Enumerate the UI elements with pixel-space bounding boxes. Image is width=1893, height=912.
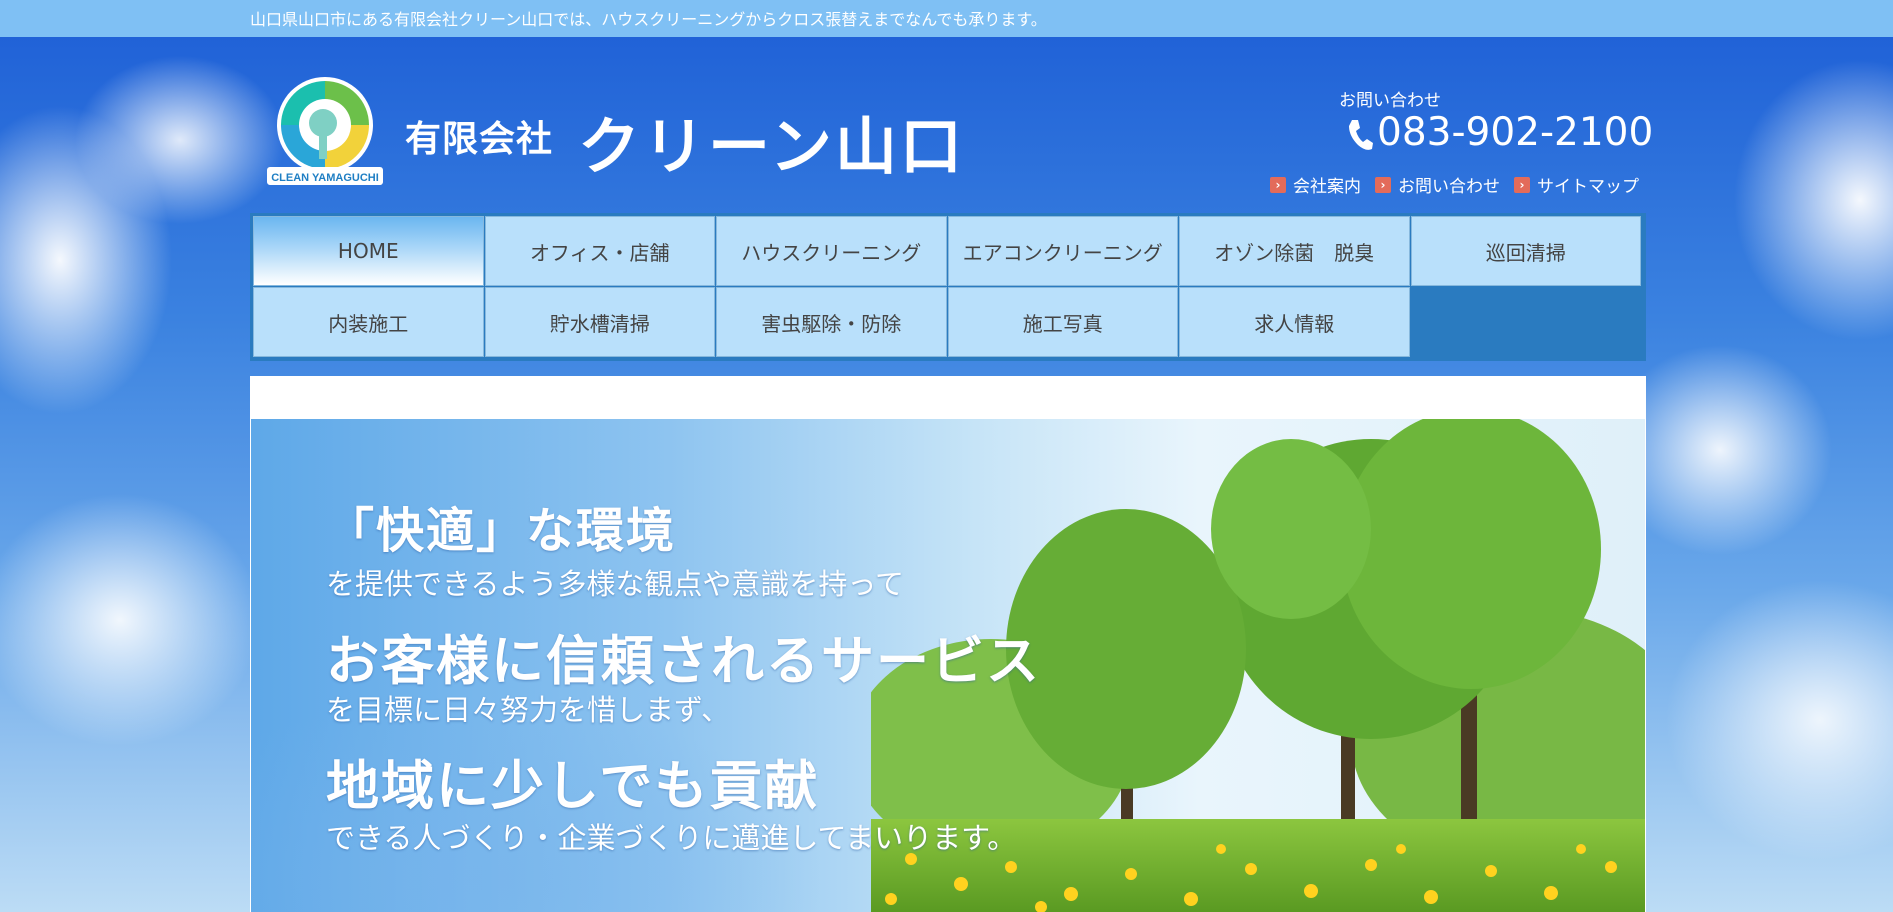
hero-text-3: できる人づくり・企業づくりに邁進してまいります。 <box>326 821 1017 855</box>
header-links: › 会社案内 › お問い合わせ › サイトマップ <box>1270 172 1639 197</box>
company-name[interactable]: クリーン山口 <box>578 96 965 186</box>
hero-text-1: を提供できるよう多様な観点や意識を持って <box>326 567 904 601</box>
main-nav: HOME オフィス・店舗 ハウスクリーニング エアコンクリーニング オゾン除菌 … <box>250 213 1646 361</box>
arrow-right-icon: › <box>1514 176 1530 193</box>
nav-item-aircon-cleaning[interactable]: エアコンクリーニング <box>947 216 1178 286</box>
hero-heading-community: 地域に少しでも貢献 <box>326 756 820 817</box>
link-label: お問い合わせ <box>1398 177 1500 197</box>
company-logo[interactable]: CLEAN YAMAGUCHI <box>265 75 385 187</box>
nav-item-ozone[interactable]: オゾン除菌 脱臭 <box>1179 216 1410 286</box>
contact-label: お問い合わせ <box>1339 91 1441 111</box>
sitemap-link[interactable]: › サイトマップ <box>1514 172 1639 197</box>
hero-heading-comfort: 「快適」な環境 <box>326 503 677 559</box>
nav-item-office-store[interactable]: オフィス・店舗 <box>484 216 715 286</box>
hero-banner: 「快適」な環境 を提供できるよう多様な観点や意識を持って お客様に信頼されるサー… <box>251 419 1645 912</box>
nav-item-pest-control[interactable]: 害虫駆除・防除 <box>716 287 947 357</box>
phone-icon <box>1349 120 1373 150</box>
phone-number[interactable]: 083-902-2100 <box>1377 110 1653 155</box>
link-label: サイトマップ <box>1537 177 1639 197</box>
nav-item-water-tank[interactable]: 貯水槽清掃 <box>484 287 715 357</box>
nav-item-patrol-cleaning[interactable]: 巡回清掃 <box>1410 216 1641 286</box>
company-prefix: 有限会社 <box>405 119 554 160</box>
top-info-text: 山口県山口市にある有限会社クリーン山口では、ハウスクリーニングからクロス張替えま… <box>250 10 1047 29</box>
company-info-link[interactable]: › 会社案内 <box>1270 172 1361 197</box>
top-info-bar: 山口県山口市にある有限会社クリーン山口では、ハウスクリーニングからクロス張替えま… <box>0 0 1893 37</box>
link-label: 会社案内 <box>1293 177 1361 197</box>
arrow-right-icon: › <box>1270 176 1286 193</box>
contact-link[interactable]: › お問い合わせ <box>1375 172 1500 197</box>
logo-caption: CLEAN YAMAGUCHI <box>271 172 379 184</box>
nav-item-recruit[interactable]: 求人情報 <box>1179 287 1410 357</box>
hero-text-2: を目標に日々努力を惜しまず、 <box>326 693 730 727</box>
nav-item-house-cleaning[interactable]: ハウスクリーニング <box>716 216 947 286</box>
nav-item-photos[interactable]: 施工写真 <box>947 287 1178 357</box>
arrow-right-icon: › <box>1375 176 1391 193</box>
nav-empty-cell <box>1410 287 1641 357</box>
nav-item-home[interactable]: HOME <box>253 216 484 286</box>
nav-item-interior[interactable]: 内装施工 <box>253 287 484 357</box>
hero-heading-service: お客様に信頼されるサービス <box>326 631 1041 692</box>
